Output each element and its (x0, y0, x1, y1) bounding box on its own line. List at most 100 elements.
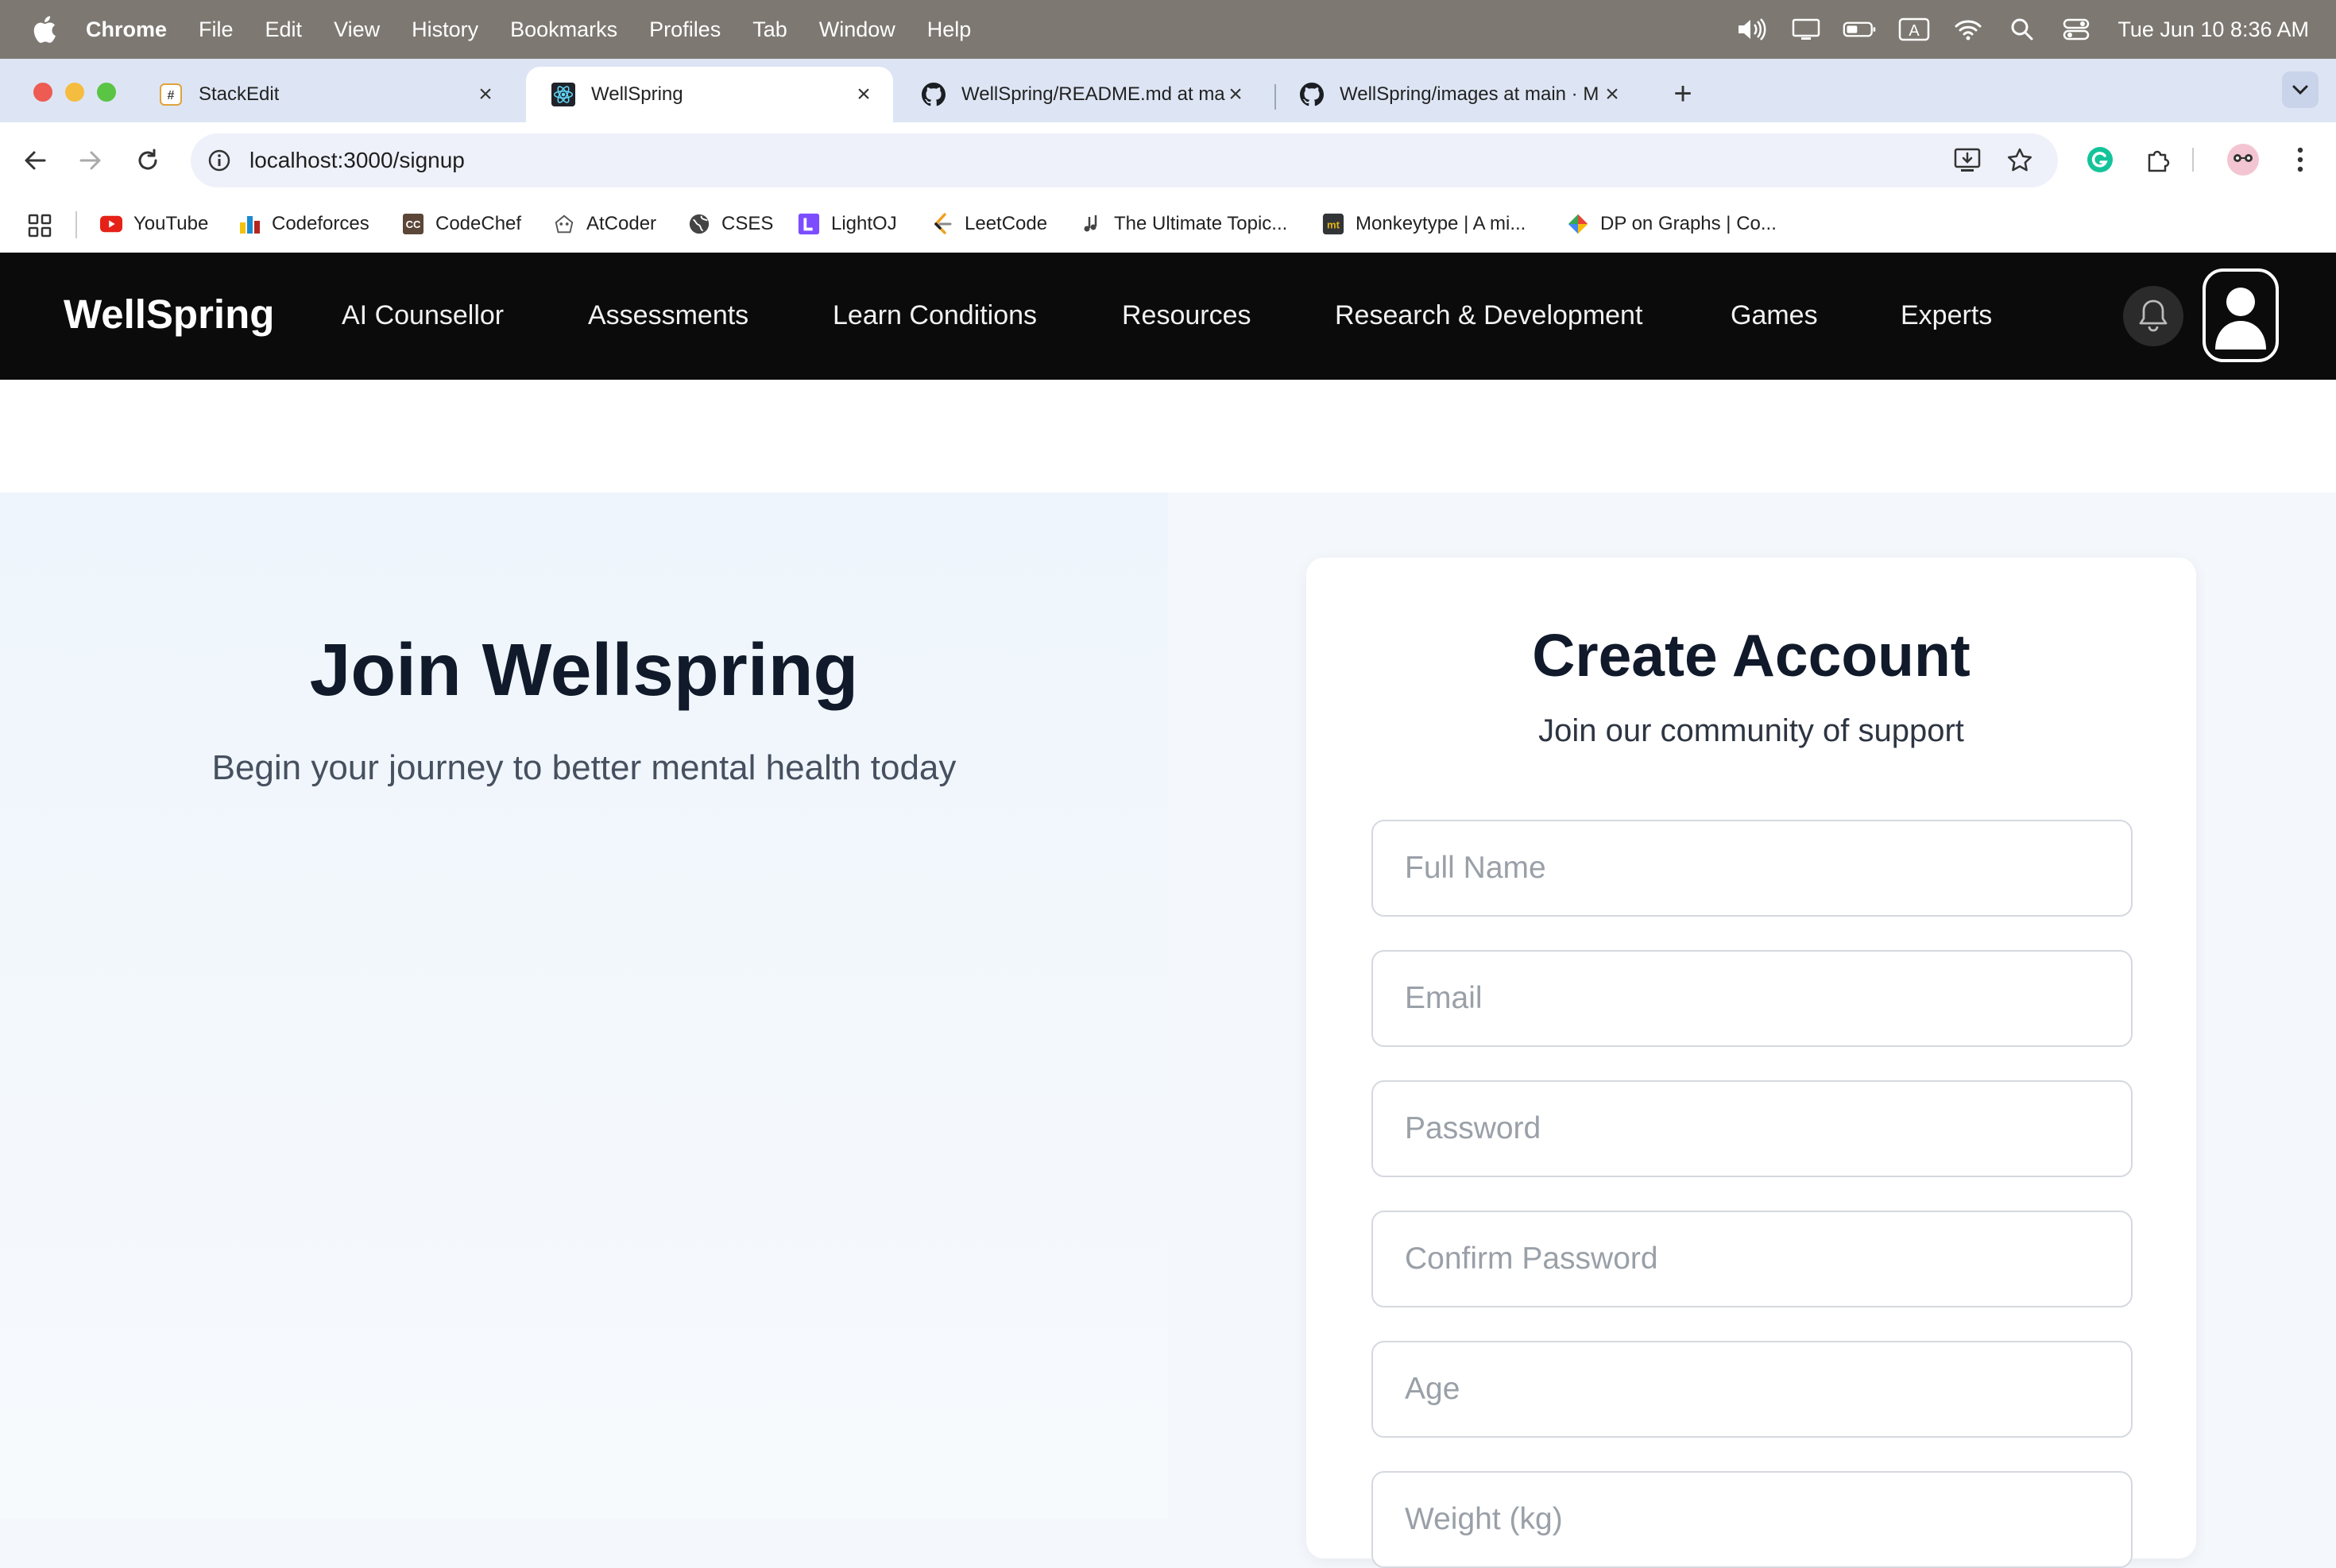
tab-close-icon[interactable]: × (474, 81, 497, 107)
menu-edit[interactable]: Edit (265, 17, 303, 42)
tab-title: WellSpring/README.md at ma (961, 83, 1225, 105)
tab-github-readme[interactable]: WellSpring/README.md at ma × (896, 67, 1265, 122)
nav-research-development[interactable]: Research & Development (1335, 300, 1642, 331)
menu-bookmarks[interactable]: Bookmarks (510, 17, 617, 42)
monkeytype-icon: mt (1322, 213, 1344, 235)
battery-icon[interactable] (1843, 15, 1878, 44)
codeforces-icon (238, 213, 261, 235)
address-bar[interactable]: localhost:3000/signup (191, 133, 2058, 187)
bookmarks-bar: YouTube Codeforces CC CodeChef AtCoder C… (0, 199, 2336, 253)
bookmarks-divider (75, 211, 77, 238)
password-input[interactable] (1371, 1080, 2133, 1177)
menu-profiles[interactable]: Profiles (649, 17, 721, 42)
input-source-icon[interactable]: A (1897, 15, 1932, 44)
tab-close-icon[interactable]: × (1600, 81, 1624, 107)
svg-text:mt: mt (1327, 219, 1340, 231)
tab-wellspring[interactable]: WellSpring × (526, 67, 893, 122)
tab-title: StackEdit (199, 83, 280, 105)
tab-stackedit[interactable]: # StackEdit × (133, 67, 515, 122)
site-navbar: WellSpring AI Counsellor Assessments Lea… (0, 253, 2336, 380)
age-input[interactable] (1371, 1341, 2133, 1438)
bookmark-atcoder[interactable]: AtCoder (553, 213, 656, 235)
bookmark-star-icon[interactable] (2004, 145, 2036, 176)
nav-experts[interactable]: Experts (1901, 300, 1992, 331)
bookmark-leetcode[interactable]: LeetCode (931, 213, 1047, 235)
nav-games[interactable]: Games (1731, 300, 1818, 331)
extensions-puzzle-icon[interactable] (2141, 141, 2177, 178)
forward-arrow-icon[interactable] (73, 143, 108, 178)
nav-assessments[interactable]: Assessments (588, 300, 748, 331)
back-arrow-icon[interactable] (17, 143, 52, 178)
browser-tab-strip: # StackEdit × WellSpring × WellSpring/RE… (0, 59, 2336, 122)
profile-avatar-icon[interactable] (2225, 141, 2261, 178)
bookmark-cses[interactable]: CSES (688, 213, 773, 235)
toolbar-divider (2191, 141, 2195, 178)
github-icon (922, 83, 946, 106)
reload-icon[interactable] (130, 143, 165, 178)
codechef-icon: CC (402, 213, 424, 235)
bookmark-label: AtCoder (586, 213, 657, 234)
spotlight-search-icon[interactable] (2005, 15, 2040, 44)
bookmark-label: YouTube (133, 213, 209, 234)
menu-window[interactable]: Window (819, 17, 895, 42)
tab-title: WellSpring/images at main · M (1340, 83, 1599, 105)
display-icon[interactable] (1789, 15, 1824, 44)
window-close-button[interactable] (33, 83, 52, 102)
leetcode-icon (931, 213, 953, 235)
tab-close-icon[interactable]: × (852, 81, 876, 107)
bookmark-label: The Ultimate Topic... (1114, 213, 1288, 234)
apps-grid-icon[interactable] (27, 213, 52, 238)
chrome-menu-kebab-icon[interactable] (2282, 141, 2319, 178)
menubar-clock[interactable]: Tue Jun 10 8:36 AM (2117, 17, 2309, 42)
bookmark-ultimate-topic[interactable]: The Ultimate Topic... (1081, 213, 1287, 235)
brand-logo[interactable]: WellSpring (64, 291, 274, 338)
install-app-icon[interactable] (1951, 145, 1983, 176)
bookmark-codechef[interactable]: CC CodeChef (402, 213, 521, 235)
bookmark-codeforces[interactable]: Codeforces (238, 213, 369, 235)
window-zoom-button[interactable] (97, 83, 116, 102)
control-center-icon[interactable] (2059, 15, 2094, 44)
bookmark-label: CodeChef (435, 213, 522, 234)
diamond-icon (1567, 213, 1589, 235)
tab-github-images[interactable]: WellSpring/images at main · M × (1274, 67, 1642, 122)
address-url-text[interactable]: localhost:3000/signup (249, 148, 465, 173)
nav-ai-counsellor[interactable]: AI Counsellor (342, 300, 504, 331)
bookmark-monkeytype[interactable]: mt Monkeytype | A mi... (1322, 213, 1526, 235)
menu-history[interactable]: History (412, 17, 478, 42)
signup-form-card: Create Account Join our community of sup… (1306, 558, 2196, 1568)
new-tab-plus-icon[interactable]: + (1667, 78, 1699, 110)
menu-app-name[interactable]: Chrome (86, 17, 167, 42)
site-info-icon[interactable] (205, 146, 234, 175)
notification-bell-icon[interactable] (2123, 286, 2183, 346)
menu-file[interactable]: File (199, 17, 234, 42)
confirm-password-input[interactable] (1371, 1211, 2133, 1307)
full-name-input[interactable] (1371, 820, 2133, 917)
weight-input[interactable] (1371, 1471, 2133, 1568)
bookmark-label: LightOJ (831, 213, 897, 234)
svg-text:#: # (168, 89, 175, 102)
hero-subtitle: Begin your journey to better mental heal… (211, 748, 957, 787)
svg-text:A: A (1909, 22, 1920, 40)
page-top-spacer (0, 380, 2336, 492)
nav-resources[interactable]: Resources (1122, 300, 1251, 331)
menu-tab[interactable]: Tab (752, 17, 787, 42)
window-minimize-button[interactable] (65, 83, 84, 102)
bookmark-youtube[interactable]: YouTube (100, 213, 208, 235)
github-icon (1300, 83, 1324, 106)
grammarly-icon[interactable] (2082, 141, 2118, 178)
nav-learn-conditions[interactable]: Learn Conditions (833, 300, 1037, 331)
wifi-icon[interactable] (1951, 15, 1986, 44)
music-note-icon (1081, 213, 1103, 235)
email-input[interactable] (1371, 950, 2133, 1047)
tab-close-icon[interactable]: × (1224, 81, 1247, 107)
bookmark-dp-on-graphs[interactable]: DP on Graphs | Co... (1567, 213, 1777, 235)
volume-icon[interactable] (1735, 15, 1769, 44)
bookmark-lightoj[interactable]: LightOJ (798, 213, 897, 235)
tab-search-chevron-icon[interactable] (2282, 71, 2319, 108)
menu-view[interactable]: View (334, 17, 380, 42)
globe-icon (688, 213, 710, 235)
user-profile-icon[interactable] (2203, 268, 2279, 362)
bookmark-label: CSES (721, 213, 774, 234)
apple-logo-icon[interactable] (32, 15, 57, 44)
menu-help[interactable]: Help (927, 17, 972, 42)
